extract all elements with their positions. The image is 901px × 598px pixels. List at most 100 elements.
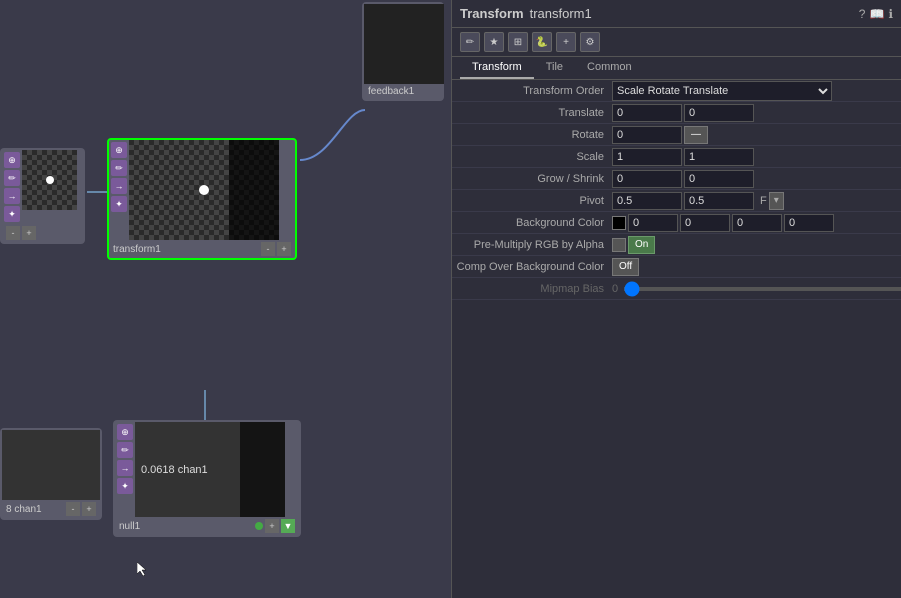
feedback1-node[interactable]: feedback1	[362, 2, 444, 101]
background-color-value	[612, 214, 901, 232]
left-node-btn2[interactable]: +	[22, 226, 36, 240]
feedback1-label: feedback1	[368, 86, 414, 97]
chan1-inner	[2, 430, 100, 500]
left-side-icon-1[interactable]: ⊕	[4, 152, 20, 168]
comp-over-value: Off	[612, 258, 901, 276]
tab-tile[interactable]: Tile	[534, 57, 575, 79]
t1-side-icon-3[interactable]: →	[111, 178, 127, 194]
node-editor: ⊕ ✏ → ✦ - + ⊕ ✏	[0, 0, 451, 598]
mipmap-row: Mipmap Bias 0	[452, 278, 901, 300]
translate-value	[612, 104, 901, 122]
properties-panel: Transform transform1 ? 📖 ℹ ✏ ★ ⊞ 🐍 + ⚙ T…	[451, 0, 901, 598]
feedback1-preview	[364, 4, 444, 84]
bg-g[interactable]	[680, 214, 730, 232]
book-icon[interactable]: 📖	[869, 7, 884, 21]
chan1-node[interactable]: 8 chan1 - +	[0, 428, 102, 520]
toolbar-plus[interactable]: +	[556, 32, 576, 52]
transform1-label: transform1	[113, 244, 161, 255]
scale-y[interactable]	[684, 148, 754, 166]
grow-x[interactable]	[612, 170, 682, 188]
left-node-preview	[22, 150, 77, 210]
chan1-btn2[interactable]: +	[82, 502, 96, 516]
n1-side-icon-1[interactable]: ⊕	[117, 424, 133, 440]
scale-row: Scale	[452, 146, 901, 168]
rotate-value: —	[612, 126, 901, 144]
toolbar-star[interactable]: ★	[484, 32, 504, 52]
translate-y[interactable]	[684, 104, 754, 122]
scale-x[interactable]	[612, 148, 682, 166]
pivot-x[interactable]	[612, 192, 682, 210]
left-side-icon-2[interactable]: ✏	[4, 170, 20, 186]
left-node-footer: - +	[2, 224, 83, 242]
pivot-f-label: F	[756, 195, 767, 207]
toolbar-python[interactable]: 🐍	[532, 32, 552, 52]
bg-color-swatch[interactable]	[612, 216, 626, 230]
bg-a[interactable]	[784, 214, 834, 232]
transform1-dot	[199, 185, 209, 195]
transform-order-label: Transform Order	[452, 85, 612, 97]
premultiply-swatch	[612, 238, 626, 252]
scale-value	[612, 148, 901, 166]
t1-side-icon-4[interactable]: ✦	[111, 196, 127, 212]
null1-node[interactable]: ⊕ ✏ → ✦ 0.0618 chan1 null1 + ▼	[113, 420, 301, 537]
mipmap-label: Mipmap Bias	[452, 283, 612, 295]
pivot-y[interactable]	[684, 192, 754, 210]
main-container: ⊕ ✏ → ✦ - + ⊕ ✏	[0, 0, 901, 598]
transform-order-row: Transform Order Scale Rotate Translate	[452, 80, 901, 102]
question-icon[interactable]: ?	[859, 7, 866, 21]
grow-shrink-label: Grow / Shrink	[452, 173, 612, 185]
grow-shrink-row: Grow / Shrink	[452, 168, 901, 190]
left-node-dot	[46, 176, 54, 184]
chan1-btn1[interactable]: -	[66, 502, 80, 516]
left-node-btn1[interactable]: -	[6, 226, 20, 240]
grow-y[interactable]	[684, 170, 754, 188]
panel-toolbar: ✏ ★ ⊞ 🐍 + ⚙	[452, 28, 901, 57]
n1-side-icon-4[interactable]: ✦	[117, 478, 133, 494]
t1-side-icon-2[interactable]: ✏	[111, 160, 127, 176]
comp-over-row: Comp Over Background Color Off	[452, 256, 901, 278]
tab-transform[interactable]: Transform	[460, 57, 534, 79]
t1-side-icon-1[interactable]: ⊕	[111, 142, 127, 158]
left-side-icon-3[interactable]: →	[4, 188, 20, 204]
comp-over-toggle[interactable]: Off	[612, 258, 639, 276]
premultiply-value: On	[612, 236, 901, 254]
toolbar-gear[interactable]: ⚙	[580, 32, 600, 52]
panel-title: Transform	[460, 6, 524, 21]
t1-btn1[interactable]: -	[261, 242, 275, 256]
transform1-dark-panel	[229, 140, 279, 240]
t1-btn2[interactable]: +	[277, 242, 291, 256]
null1-inner: ⊕ ✏ → ✦ 0.0618 chan1	[115, 422, 299, 517]
rotate-row: Rotate —	[452, 124, 901, 146]
transform1-footer: transform1 - +	[109, 240, 295, 258]
null1-footer: null1 + ▼	[115, 517, 299, 535]
n1-side-icon-2[interactable]: ✏	[117, 442, 133, 458]
toolbar-layers[interactable]: ⊞	[508, 32, 528, 52]
mipmap-slider[interactable]	[624, 287, 901, 291]
transform-order-select[interactable]: Scale Rotate Translate	[612, 81, 832, 101]
left-side-icon-4[interactable]: ✦	[4, 206, 20, 222]
premultiply-toggle[interactable]: On	[628, 236, 655, 254]
rotate-toggle[interactable]: —	[684, 126, 708, 144]
left-node[interactable]: ⊕ ✏ → ✦ - +	[0, 148, 85, 244]
premultiply-row: Pre-Multiply RGB by Alpha On	[452, 234, 901, 256]
info-icon[interactable]: ℹ	[888, 7, 893, 21]
null1-side-icons: ⊕ ✏ → ✦	[115, 422, 135, 517]
n1-arrow-down[interactable]: ▼	[281, 519, 295, 533]
pivot-label: Pivot	[452, 195, 612, 207]
bg-r[interactable]	[628, 214, 678, 232]
n1-side-icon-3[interactable]: →	[117, 460, 133, 476]
n1-btn1[interactable]: +	[265, 519, 279, 533]
translate-x[interactable]	[612, 104, 682, 122]
mipmap-value: 0	[612, 283, 901, 295]
bg-b[interactable]	[732, 214, 782, 232]
pivot-f-btn[interactable]: ▾	[769, 192, 784, 210]
translate-label: Translate	[452, 107, 612, 119]
rotate-input[interactable]	[612, 126, 682, 144]
transform1-preview	[129, 140, 279, 240]
feedback1-footer: feedback1	[364, 84, 442, 99]
null1-label: null1	[119, 521, 140, 532]
tab-common[interactable]: Common	[575, 57, 644, 79]
toolbar-pencil[interactable]: ✏	[460, 32, 480, 52]
transform1-node[interactable]: ⊕ ✏ → ✦ transform1 - +	[107, 138, 297, 260]
transform1-inner: ⊕ ✏ → ✦	[109, 140, 295, 240]
